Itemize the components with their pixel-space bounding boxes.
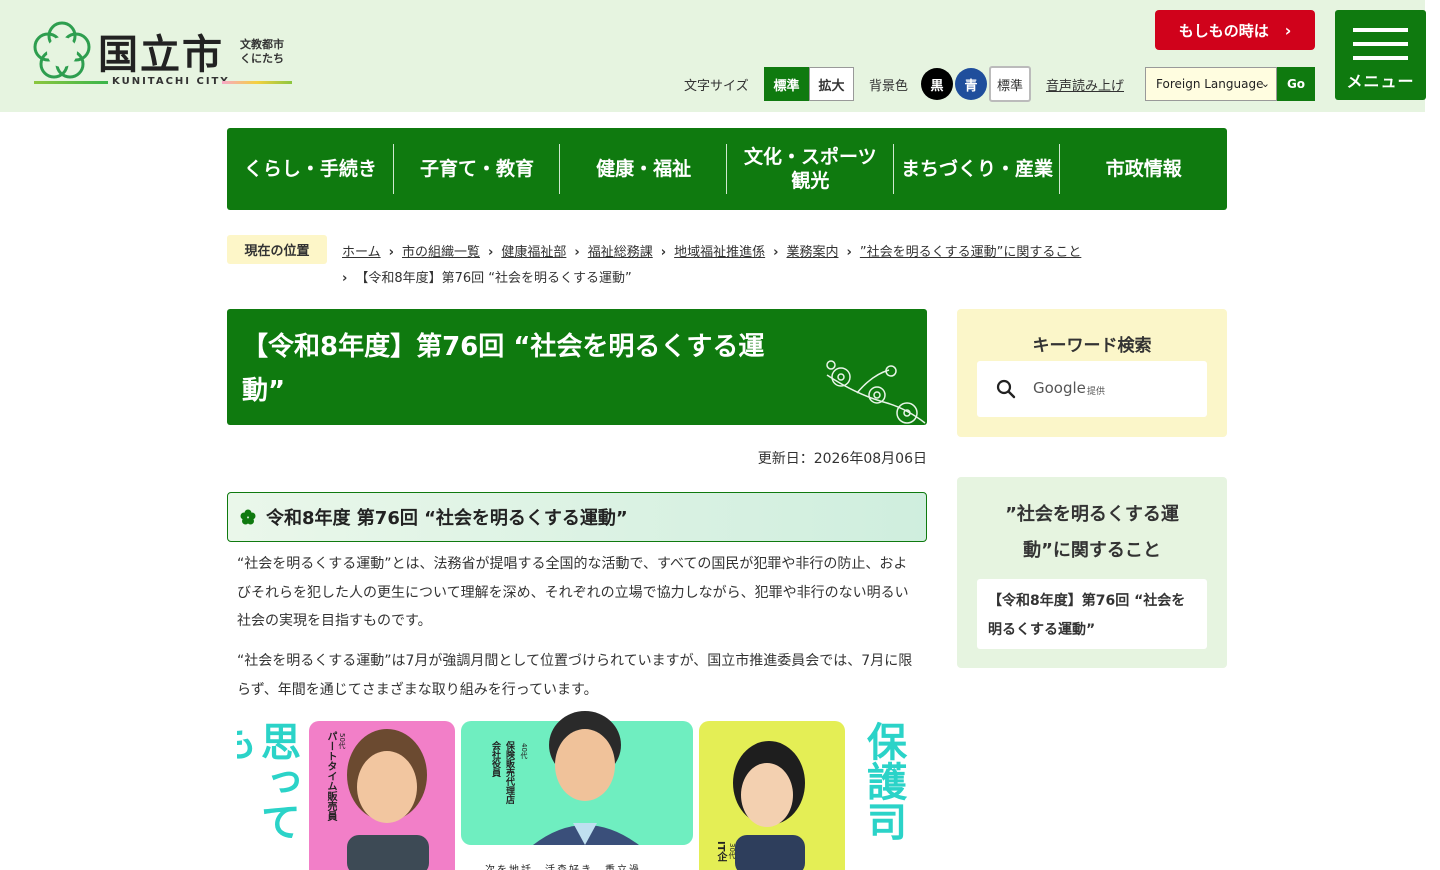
- language-select-value: Foreign Language: [1156, 77, 1264, 91]
- menu-button[interactable]: メニュー: [1335, 10, 1426, 100]
- emergency-button[interactable]: もしもの時は ›: [1155, 10, 1315, 50]
- google-provided-note: 提供: [1087, 387, 1106, 397]
- person2-role-2: 会社役員: [490, 741, 500, 777]
- gnav-item-culture[interactable]: 文化・スポーツ 観光: [727, 128, 894, 210]
- breadcrumb: ホーム › 市の組織一覧 › 健康福祉部 › 福祉総務課 › 地域福祉推進係 › 業務案内 › ”社会を…: [342, 240, 1202, 292]
- section-heading-box: 令和8年度 第76回 “社会を明るくする運動”: [227, 492, 927, 542]
- updated-date: 更新日：2026年08月06日: [757, 451, 927, 467]
- person2-tag: 40代: [520, 743, 528, 759]
- gnav-item-living[interactable]: くらし・手続き: [227, 128, 394, 210]
- breadcrumb-link[interactable]: 業務案内: [786, 245, 838, 260]
- chevron-right-icon: ›: [574, 245, 580, 260]
- logo-decor-line-right: [222, 81, 292, 84]
- intro-paragraph: “社会を明るくする運動”とは、法務省が提唱する全国的な活動で、すべての国民が犯罪…: [237, 556, 909, 629]
- city-logo-icon[interactable]: [32, 20, 92, 80]
- poster-bottom-text: 次を地話 活森好き 重立過: [485, 861, 641, 870]
- logo-sub-line1: 文教都市: [240, 38, 284, 51]
- breadcrumb-link[interactable]: 健康福祉部: [501, 245, 566, 260]
- logo-english: KUNITACHI CITY: [112, 76, 230, 87]
- gnav-item-welfare[interactable]: 健康・福祉: [560, 128, 727, 210]
- keyword-search-panel: キーワード検索 Google 提供: [957, 309, 1227, 437]
- breadcrumb-link[interactable]: 市の組織一覧: [402, 245, 480, 260]
- related-nav-panel: ”社会を明るくする運動”に関すること 【令和8年度】第76回 “社会を明るくする…: [957, 477, 1227, 668]
- chevron-right-icon: ›: [388, 245, 394, 260]
- font-size-large-button[interactable]: 拡大: [809, 67, 854, 101]
- person2-role-1: 保険販売代理店: [504, 741, 514, 804]
- campaign-poster-image: 思っても 保護司 50代 パートタイム販売員 40代 保険販売代理店 会社役員 …: [237, 705, 917, 870]
- keyword-search-title: キーワード検索: [1032, 336, 1152, 356]
- person3-role: IT企: [715, 841, 726, 862]
- voice-reader-link[interactable]: 音声読み上げ: [1046, 75, 1124, 94]
- hamburger-icon-bar: [1353, 42, 1408, 46]
- font-size-label: 文字サイズ: [684, 79, 749, 94]
- breadcrumb-link[interactable]: ホーム: [342, 245, 381, 260]
- hamburger-icon: [1353, 28, 1408, 32]
- site-header: 国立市 文教都市 くにたち KUNITACHI CITY もしもの時は › 文字…: [0, 0, 1425, 112]
- bg-blue-button[interactable]: 青: [955, 68, 987, 100]
- breadcrumb-link[interactable]: 福祉総務課: [588, 245, 653, 260]
- gnav-culture-line2: 観光: [791, 170, 830, 192]
- search-icon: [996, 379, 1016, 399]
- related-nav-item[interactable]: 【令和8年度】第76回 “社会を明るくする運動”: [977, 579, 1207, 649]
- chevron-right-icon: ›: [660, 245, 667, 260]
- logo-decor-line-left: [34, 81, 108, 84]
- logo-subtitle: 文教都市 くにたち: [240, 38, 284, 66]
- breadcrumb-link[interactable]: 地域福祉推進係: [674, 245, 765, 260]
- page-title: 【令和8年度】第76回 “社会を明るくする運動”: [242, 332, 765, 406]
- chevron-right-icon: ›: [773, 245, 779, 260]
- related-nav-heading[interactable]: ”社会を明るくする運動”に関すること: [957, 497, 1227, 569]
- logo-sub-line2: くにたち: [240, 52, 284, 65]
- menu-label: メニュー: [1346, 72, 1415, 91]
- language-select[interactable]: Foreign Language ⌄: [1145, 67, 1277, 101]
- chevron-right-icon: ›: [846, 245, 852, 260]
- section-heading: 令和8年度 第76回 “社会を明るくする運動”: [266, 508, 628, 529]
- bg-standard-button[interactable]: 標準: [989, 66, 1031, 102]
- emergency-label: もしもの時は: [1178, 21, 1269, 40]
- bg-black-button[interactable]: 黒: [921, 68, 953, 100]
- poster-left-text: 思っても: [237, 721, 300, 841]
- breadcrumb-label: 現在の位置: [227, 235, 327, 264]
- google-brand: Google: [1033, 379, 1086, 397]
- breadcrumb-current: 【令和8年度】第76回 “社会を明るくする運動”: [355, 271, 632, 286]
- related-nav-heading-text: ”社会を明るくする運動”に関すること: [1005, 504, 1179, 561]
- page-title-box: 【令和8年度】第76回 “社会を明るくする運動”: [227, 309, 927, 425]
- language-go-button[interactable]: Go: [1277, 67, 1315, 101]
- gnav-item-education[interactable]: 子育て・教育: [394, 128, 561, 210]
- chevron-right-icon: ›: [342, 271, 348, 286]
- breadcrumb-link[interactable]: ”社会を明るくする運動”に関すること: [860, 245, 1081, 260]
- flower-bullet-icon: [240, 509, 256, 525]
- chevron-down-icon: ⌄: [1260, 77, 1270, 90]
- gnav-culture-line1: 文化・スポーツ: [744, 146, 877, 168]
- person3-tag: 30代: [728, 843, 736, 859]
- person1-tag: 50代: [338, 733, 346, 749]
- font-size-standard-button[interactable]: 標準: [764, 67, 809, 101]
- bg-color-label: 背景色: [869, 79, 909, 94]
- month-paragraph: “社会を明るくする運動”は7月が強調月間として位置づけられていますが、国立市推進…: [237, 653, 913, 698]
- gnav-item-administration[interactable]: 市政情報: [1060, 128, 1227, 210]
- plum-blossom-icon: [826, 360, 926, 424]
- logo-title[interactable]: 国立市: [98, 22, 224, 80]
- global-nav: くらし・手続き 子育て・教育 健康・福祉 文化・スポーツ 観光 まちづくり・産業…: [227, 128, 1227, 210]
- person1-role: パートタイム販売員: [325, 731, 336, 821]
- poster-graphic: [309, 711, 845, 870]
- poster-right-text: 保護司: [860, 721, 906, 841]
- chevron-right-icon: ›: [1284, 20, 1292, 40]
- gnav-item-town[interactable]: まちづくり・産業: [894, 128, 1061, 210]
- hamburger-icon-bar: [1353, 56, 1408, 60]
- chevron-right-icon: ›: [488, 245, 494, 260]
- search-input[interactable]: Google 提供: [977, 361, 1207, 417]
